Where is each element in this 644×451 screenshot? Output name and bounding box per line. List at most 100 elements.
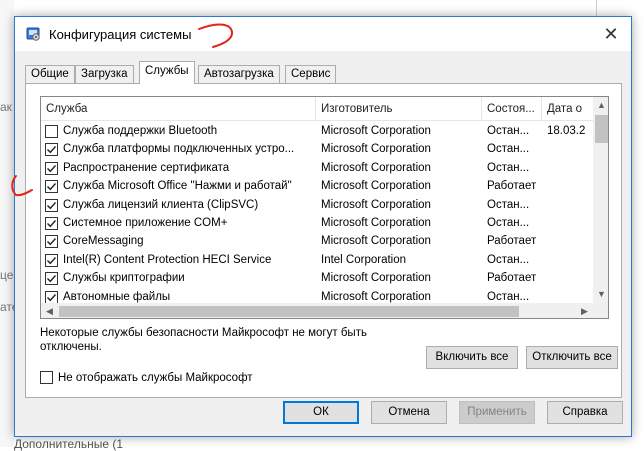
- service-status: Работает: [487, 180, 537, 193]
- service-checkbox[interactable]: [45, 198, 58, 212]
- horizontal-scroll-thumb[interactable]: [59, 306, 519, 317]
- cancel-button[interactable]: Отмена: [371, 401, 447, 424]
- service-checkbox[interactable]: [45, 125, 58, 138]
- title-bar[interactable]: Конфигурация системы ✕: [15, 17, 631, 51]
- dialog-title: Конфигурация системы: [49, 27, 192, 42]
- service-name: Служба платформы подключенных устро...: [63, 143, 295, 156]
- service-checkbox[interactable]: [45, 290, 58, 304]
- services-panel: Служба Изготовитель Состоя... Дата о Слу…: [25, 83, 622, 398]
- apply-button[interactable]: Применить: [459, 401, 535, 424]
- service-row[interactable]: Распространение сертификата Microsoft Cor…: [41, 159, 593, 177]
- service-status: Остан...: [487, 253, 530, 266]
- service-name: Служба поддержки Bluetooth: [63, 125, 218, 137]
- close-button[interactable]: ✕: [591, 17, 631, 51]
- service-date: [547, 269, 593, 287]
- service-vendor: Microsoft Corporation: [321, 216, 431, 229]
- column-header-date[interactable]: Дата о: [542, 97, 593, 121]
- tab-boot[interactable]: Загрузка: [75, 65, 134, 84]
- service-row[interactable]: Intel(R) Content Protection HECI Service…: [41, 251, 593, 269]
- column-header-status[interactable]: Состоя...: [482, 97, 542, 121]
- service-checkbox[interactable]: [45, 272, 58, 286]
- service-status: Остан...: [487, 125, 530, 137]
- background-fragment: ак: [0, 100, 12, 114]
- list-header: Служба Изготовитель Состоя... Дата о: [41, 97, 593, 121]
- service-status: Остан...: [487, 198, 530, 211]
- hide-ms-label: Не отображать службы Майкрософт: [58, 372, 253, 384]
- service-row[interactable]: Служба лицензий клиента (ClipSVC) Microso…: [41, 196, 593, 214]
- service-name: Системное приложение COM+: [63, 216, 228, 229]
- service-date: [547, 251, 593, 269]
- service-name: Intel(R) Content Protection HECI Service: [63, 253, 272, 266]
- service-row[interactable]: CoreMessaging Microsoft Corporation Работа…: [41, 232, 593, 250]
- enable-all-button[interactable]: Включить все: [426, 346, 518, 369]
- service-row[interactable]: Системное приложение COM+ Microsoft Corpo…: [41, 214, 593, 232]
- ok-button[interactable]: ОК: [283, 401, 359, 424]
- checkmark-icon: [47, 146, 57, 154]
- service-name: Служба Microsoft Office "Нажми и работай…: [63, 180, 292, 193]
- service-row[interactable]: Служба платформы подключенных устро... Mi…: [41, 140, 593, 158]
- background-fragment: це: [0, 268, 14, 282]
- service-vendor: Microsoft Corporation: [321, 235, 431, 248]
- msconfig-icon: [26, 27, 40, 41]
- service-checkbox[interactable]: [45, 216, 58, 230]
- service-status: Работает: [487, 272, 537, 285]
- service-vendor: Microsoft Corporation: [321, 198, 431, 211]
- vertical-scroll-thumb[interactable]: [595, 115, 608, 143]
- tab-startup[interactable]: Автозагрузка: [198, 65, 280, 84]
- checkmark-icon: [47, 275, 57, 283]
- checkmark-icon: [47, 238, 57, 246]
- service-status: Остан...: [487, 143, 530, 156]
- scroll-up-icon[interactable]: ▲: [593, 97, 608, 114]
- service-name: Службы криптографии: [63, 272, 185, 285]
- disable-all-button[interactable]: Отключить все: [526, 346, 618, 369]
- service-date: [547, 140, 593, 158]
- service-vendor: Microsoft Corporation: [321, 143, 431, 156]
- service-row[interactable]: Служба поддержки Bluetooth Microsoft Corp…: [41, 122, 593, 140]
- tab-general[interactable]: Общие: [25, 65, 75, 84]
- checkmark-icon: [47, 256, 57, 265]
- background-bottom-text: Дополнительные (1: [14, 437, 123, 451]
- security-notice: Некоторые службы безопасности Майкрософт…: [40, 327, 367, 353]
- services-list[interactable]: Служба Изготовитель Состоя... Дата о Слу…: [40, 96, 609, 319]
- hide-ms-checkbox[interactable]: [40, 371, 53, 384]
- service-vendor: Microsoft Corporation: [321, 180, 431, 193]
- red-scribble-annotation: [198, 23, 233, 48]
- service-vendor: Microsoft Corporation: [321, 272, 431, 285]
- service-name: Распространение сертификата: [63, 161, 230, 174]
- checkmark-icon: [47, 201, 57, 209]
- horizontal-scrollbar[interactable]: ◀ ▶: [41, 303, 593, 318]
- service-row[interactable]: Службы криптографии Microsoft Corporation…: [41, 269, 593, 287]
- tab-services[interactable]: Службы: [139, 61, 195, 84]
- service-vendor: Microsoft Corporation: [321, 125, 431, 137]
- scroll-down-icon[interactable]: ▼: [593, 286, 608, 303]
- service-date: [547, 196, 593, 214]
- scroll-left-icon[interactable]: ◀: [41, 303, 58, 318]
- column-header-service[interactable]: Служба: [41, 97, 316, 121]
- background-app-strip: [0, 0, 14, 447]
- column-header-vendor[interactable]: Изготовитель: [316, 97, 482, 121]
- tab-tools[interactable]: Сервис: [285, 65, 337, 84]
- service-checkbox[interactable]: [45, 253, 58, 267]
- scrollbar-corner: [593, 303, 608, 318]
- vertical-scrollbar[interactable]: ▲ ▼: [593, 97, 608, 303]
- service-checkbox[interactable]: [45, 180, 58, 194]
- service-row[interactable]: Служба Microsoft Office "Нажми и работай…: [41, 177, 593, 195]
- checkmark-icon: [47, 293, 57, 301]
- service-vendor: Intel Corporation: [321, 253, 407, 266]
- service-date: [547, 159, 593, 177]
- service-date: [547, 177, 593, 195]
- system-configuration-dialog: Конфигурация системы ✕ Общие Загрузка Сл…: [14, 16, 632, 437]
- scroll-right-icon[interactable]: ▶: [576, 303, 593, 318]
- checkmark-icon: [47, 183, 57, 191]
- service-date: [547, 232, 593, 250]
- service-status: Остан...: [487, 161, 530, 174]
- service-checkbox[interactable]: [45, 143, 58, 157]
- service-checkbox[interactable]: [45, 161, 58, 175]
- service-checkbox[interactable]: [45, 235, 58, 249]
- service-date: [547, 214, 593, 232]
- service-vendor: Microsoft Corporation: [321, 161, 431, 174]
- red-check-annotation: [11, 175, 33, 197]
- service-status: Остан...: [487, 216, 530, 229]
- service-name: CoreMessaging: [63, 235, 144, 248]
- help-button[interactable]: Справка: [547, 401, 623, 424]
